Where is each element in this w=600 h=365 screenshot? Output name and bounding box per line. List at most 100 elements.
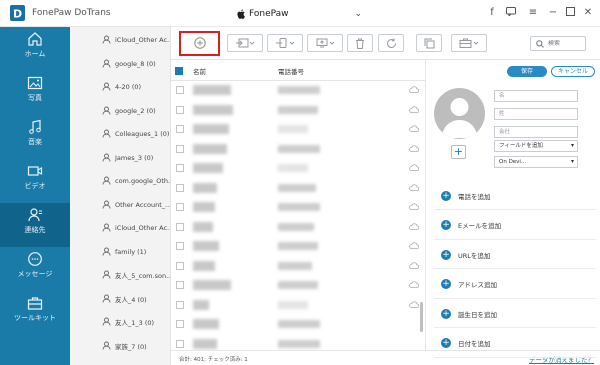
sidebar-item-home[interactable]: ホーム: [0, 27, 70, 71]
minimize-icon[interactable]: −: [547, 7, 559, 19]
group-item[interactable]: 友人_1_3 (0): [70, 313, 170, 331]
add-field-row[interactable]: + URLを追加: [434, 241, 596, 269]
table-row[interactable]: [171, 296, 425, 315]
last-name-field[interactable]: 姓: [494, 108, 578, 120]
add-field-row[interactable]: + 誕生日を追加: [434, 300, 596, 328]
group-item[interactable]: Colleagues_1 (0): [70, 125, 170, 143]
sidebar-item-video[interactable]: ビデオ: [0, 159, 70, 203]
add-photo-button[interactable]: +: [451, 145, 466, 159]
group-item[interactable]: 友人_5_com.son...: [70, 266, 170, 284]
row-checkbox[interactable]: [176, 222, 184, 231]
table-row[interactable]: [171, 198, 425, 217]
group-item[interactable]: google_2 (0): [70, 102, 170, 120]
facebook-icon[interactable]: f: [486, 7, 498, 19]
company-field[interactable]: 会社: [494, 126, 578, 138]
export-to-pc-button[interactable]: [307, 34, 343, 52]
row-checkbox[interactable]: [176, 320, 184, 328]
row-checkbox[interactable]: [176, 300, 184, 309]
sidebar-item-photos[interactable]: 写真: [0, 71, 70, 115]
save-button[interactable]: 保存: [507, 66, 547, 77]
sidebar-item-music[interactable]: 音楽: [0, 115, 70, 159]
add-field-row[interactable]: + 日付を追加: [434, 330, 596, 358]
maximize-icon[interactable]: [564, 7, 576, 19]
row-checkbox[interactable]: [176, 339, 184, 348]
group-item[interactable]: iCloud_Other Ac...: [70, 219, 170, 237]
table-row[interactable]: [171, 257, 425, 276]
search-input[interactable]: [548, 40, 584, 47]
avatar[interactable]: [434, 88, 485, 139]
table-row[interactable]: [171, 276, 425, 295]
row-checkbox[interactable]: [176, 125, 184, 133]
duplicate-button[interactable]: [416, 34, 442, 52]
group-item[interactable]: James_3 (0): [70, 149, 170, 167]
sidebar-item-toolkit[interactable]: ツールキット: [0, 291, 70, 335]
contact-name-blurred: [193, 182, 217, 193]
storage-location-select[interactable]: On Devi... ▾: [494, 156, 578, 168]
row-checkbox[interactable]: [176, 164, 184, 172]
group-item[interactable]: com.google_Oth...: [70, 172, 170, 190]
refresh-button[interactable]: [378, 34, 404, 52]
table-row[interactable]: [171, 159, 425, 178]
row-checkbox[interactable]: [176, 105, 184, 114]
feedback-icon[interactable]: [505, 7, 517, 19]
add-contact-button[interactable]: [186, 34, 214, 52]
person-icon: [102, 59, 111, 68]
search-box[interactable]: [530, 36, 586, 51]
cloud-icon: [409, 300, 419, 308]
cloud-icon: [409, 261, 419, 269]
sidebar-item-label: 連絡先: [24, 226, 46, 234]
table-row[interactable]: [171, 179, 425, 198]
group-item[interactable]: 家族_7 (0): [70, 337, 170, 355]
contact-name-blurred: [193, 280, 231, 290]
add-field-row[interactable]: + 電話を追加: [434, 182, 596, 210]
close-icon[interactable]: ✕: [582, 7, 594, 19]
group-item[interactable]: iCloud_Other Ac...: [70, 31, 170, 49]
row-checkbox[interactable]: [176, 86, 184, 94]
export-to-device-button[interactable]: [267, 34, 303, 52]
contact-phone-blurred: [278, 320, 320, 328]
row-checkbox[interactable]: [176, 183, 184, 192]
add-field-row[interactable]: + Eメールを追加: [434, 212, 596, 240]
group-item[interactable]: family (1): [70, 243, 170, 261]
contacts-icon: [28, 208, 42, 222]
menu-icon[interactable]: ≡: [527, 7, 539, 19]
add-field-row[interactable]: + アドレス追加: [434, 271, 596, 299]
scrollbar[interactable]: [420, 302, 423, 332]
row-checkbox[interactable]: [176, 203, 184, 211]
group-item[interactable]: Other Account_...: [70, 196, 170, 214]
row-checkbox[interactable]: [176, 261, 184, 270]
group-item[interactable]: 友人_4 (0): [70, 290, 170, 308]
row-checkbox[interactable]: [176, 144, 184, 153]
cancel-button[interactable]: キャンセル: [551, 66, 595, 77]
title-bar: D FonePaw DoTrans FonePaw ⌄ f ≡ − ✕: [0, 0, 600, 27]
group-item[interactable]: google_8 (0): [70, 55, 170, 73]
table-row[interactable]: [171, 140, 425, 159]
person-icon: [102, 270, 111, 279]
sidebar-item-contacts[interactable]: 連絡先: [0, 203, 70, 247]
row-checkbox[interactable]: [176, 281, 184, 289]
select-all-checkbox[interactable]: [175, 67, 183, 75]
add-field-select[interactable]: フィールドを追加 ▾: [494, 140, 578, 152]
contact-name-blurred: [193, 124, 229, 134]
group-item[interactable]: 4-20 (0): [70, 78, 170, 96]
sidebar: ホーム 写真 音楽 ビデオ 連絡先 メッセージ ツールキット: [0, 27, 70, 365]
table-row[interactable]: [171, 237, 425, 256]
sidebar-item-messages[interactable]: メッセージ: [0, 247, 70, 291]
group-label: google_8 (0): [115, 59, 156, 68]
person-icon: [102, 82, 111, 91]
row-checkbox[interactable]: [176, 242, 184, 250]
add-field-label: Eメールを追加: [458, 222, 502, 230]
device-selector[interactable]: FonePaw ⌄: [237, 7, 362, 21]
cloud-icon: [409, 203, 419, 210]
table-row[interactable]: [171, 335, 425, 351]
toolbox-button[interactable]: [451, 34, 487, 52]
person-icon: [102, 317, 111, 326]
delete-button[interactable]: [347, 34, 373, 52]
table-row[interactable]: [171, 120, 425, 139]
import-button[interactable]: [227, 34, 263, 52]
table-row[interactable]: [171, 315, 425, 334]
table-row[interactable]: [171, 81, 425, 100]
table-row[interactable]: [171, 101, 425, 120]
table-row[interactable]: [171, 218, 425, 237]
first-name-field[interactable]: 名: [494, 90, 578, 102]
